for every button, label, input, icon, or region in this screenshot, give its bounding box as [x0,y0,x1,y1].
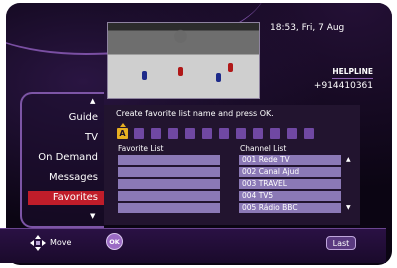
favorite-list-row[interactable] [118,179,220,189]
name-char-slot[interactable] [270,128,280,139]
name-char-slot[interactable] [202,128,212,139]
instruction-text: Create favorite list name and press OK. [116,109,274,118]
menu-scroll-down-icon[interactable]: ▼ [90,212,95,220]
menu-item-tv[interactable]: TV [85,132,98,143]
name-char-slot[interactable] [253,128,263,139]
video-player-figure [178,67,183,76]
favorite-list-row[interactable] [118,191,220,201]
favorite-list-header: Favorite List [118,144,164,153]
menu-item-favorites[interactable]: Favorites [28,191,104,205]
clock-date: 18:53, Fri, 7 Aug [270,23,345,33]
name-char-slot-active[interactable]: A [117,128,128,139]
channel-list-header: Channel List [240,144,287,153]
name-char-slot[interactable] [304,128,314,139]
name-char-slot[interactable] [185,128,195,139]
channel-row[interactable]: 004 TV5 [239,191,341,201]
favorite-list-row[interactable] [118,167,220,177]
channel-row[interactable]: 003 TRAVEL [239,179,341,189]
channel-scroll-up-icon[interactable]: ▲ [346,156,351,163]
name-char-slot[interactable] [219,128,229,139]
name-char-slot[interactable] [168,128,178,139]
menu-item-guide[interactable]: Guide [69,112,98,123]
favorite-list-row[interactable] [118,155,220,165]
video-player-figure [142,71,147,80]
helpline-label: HELPLINE [332,67,373,79]
video-player-figure [228,63,233,72]
name-char-slot[interactable] [287,128,297,139]
menu-item-on-demand[interactable]: On Demand [38,152,98,163]
ok-button[interactable]: OK [106,233,123,250]
letter-up-caret-icon [120,123,126,127]
video-player-figure [216,73,221,82]
helpline-number: +914410361 [313,81,373,91]
channel-scroll-down-icon[interactable]: ▼ [346,204,351,211]
favorites-editor-panel: Create favorite list name and press OK. … [104,105,360,225]
menu-scroll-up-icon[interactable]: ▲ [90,97,95,105]
menu-item-messages[interactable]: Messages [49,172,98,183]
name-char-slot[interactable] [151,128,161,139]
channel-row[interactable]: 005 Rádio BBC [239,203,341,213]
live-video-preview [107,22,260,99]
channel-row[interactable]: 002 Canal Ajud [239,167,341,177]
favorite-list-row[interactable] [118,203,220,213]
channel-row[interactable]: 001 Rede TV [239,155,341,165]
move-hint: Move [50,238,72,247]
last-button[interactable]: Last [326,236,356,250]
main-menu: ▲ Guide TV On Demand Messages Favorites … [20,92,104,228]
name-char-slot[interactable] [134,128,144,139]
name-char-slot[interactable] [236,128,246,139]
dpad-icon [30,235,46,251]
